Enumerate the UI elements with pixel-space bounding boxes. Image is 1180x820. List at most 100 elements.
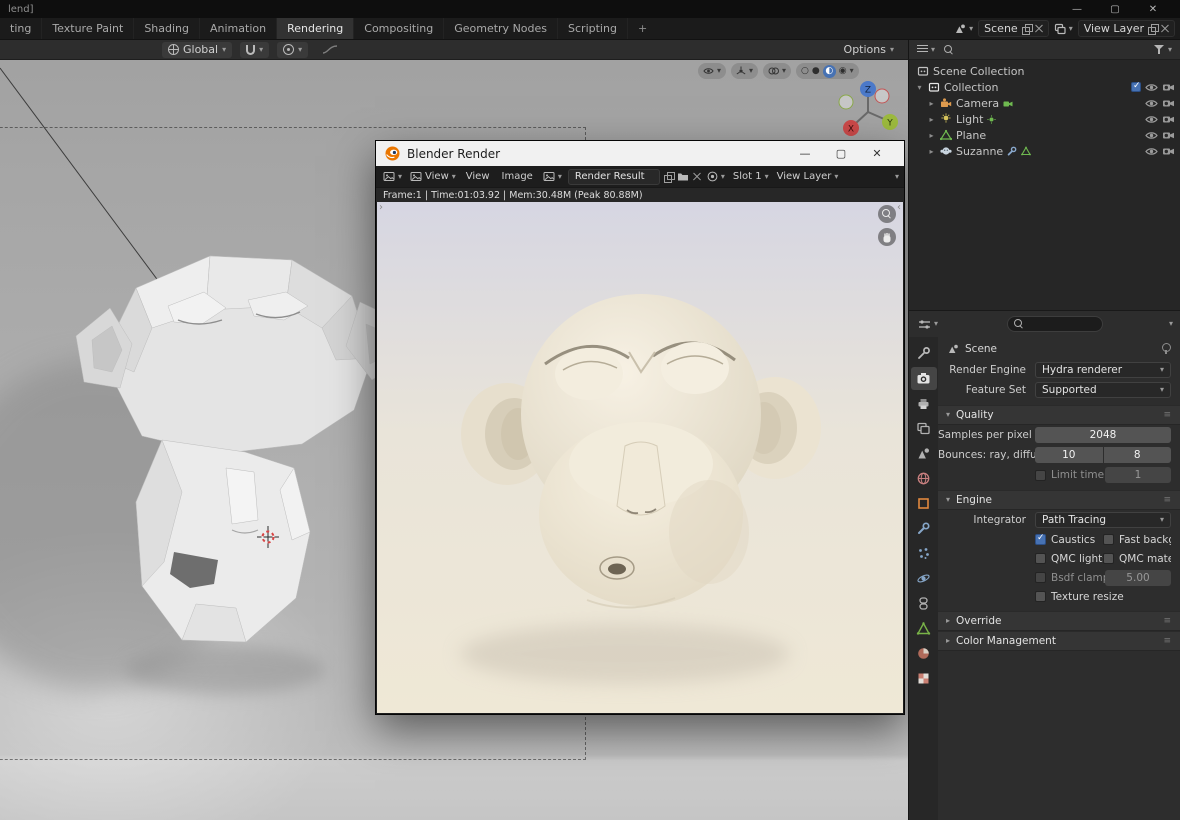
limit-time-field[interactable]: 1 — [1105, 467, 1171, 483]
expand-caret[interactable]: ▸ — [927, 131, 936, 140]
new-image-icon[interactable] — [664, 172, 673, 182]
outliner-row-plane[interactable]: ▸ Plane — [909, 127, 1180, 143]
workspace-tab-rendering[interactable]: Rendering — [277, 18, 354, 39]
properties-tab-constraints[interactable] — [911, 592, 937, 615]
snapping-dropdown[interactable]: ▾ — [240, 42, 269, 58]
render-visibility-icon[interactable] — [1162, 131, 1175, 140]
render-minimize-button[interactable]: — — [787, 147, 823, 160]
rendered-suzanne-image[interactable] — [377, 202, 903, 713]
view-layer-selector[interactable]: View Layer — [1078, 20, 1175, 37]
render-visibility-icon[interactable] — [1162, 115, 1175, 124]
workspace-tab-shading[interactable]: Shading — [134, 18, 200, 39]
panel-override[interactable]: ▸ Override ≡ — [938, 611, 1180, 631]
qmc-materials-checkbox[interactable] — [1103, 553, 1114, 564]
render-window[interactable]: Blender Render — ▢ ✕ ▾ View ▾ View Image… — [375, 140, 905, 715]
render-visibility-icon[interactable] — [1162, 83, 1175, 92]
expand-caret[interactable]: ▸ — [927, 147, 936, 156]
hide-eye-icon[interactable] — [1145, 131, 1158, 140]
view-layer-browse-dropdown[interactable]: ▾ — [1052, 20, 1075, 37]
panel-grip-icon[interactable]: ≡ — [1163, 410, 1172, 420]
outliner-row-camera[interactable]: ▸ Camera — [909, 95, 1180, 111]
workspace-tab-compositing[interactable]: Compositing — [354, 18, 444, 39]
display-channels-dropdown[interactable]: ▾ — [705, 168, 727, 185]
image-mode-dropdown[interactable]: View ▾ — [408, 168, 458, 185]
properties-search-input[interactable] — [1007, 316, 1103, 332]
unlink-image-icon[interactable] — [693, 173, 701, 181]
gizmo-z-label[interactable]: Z — [865, 86, 871, 96]
exclude-checkbox[interactable] — [1131, 82, 1141, 92]
outliner-row-light[interactable]: ▸ Light — [909, 111, 1180, 127]
pin-icon[interactable] — [1162, 343, 1171, 355]
gizmos-dropdown[interactable]: ▾ — [731, 63, 758, 79]
properties-options-caret[interactable]: ▾ — [1169, 320, 1173, 328]
scene-browse-dropdown[interactable]: ▾ — [952, 20, 975, 37]
panel-grip-icon[interactable]: ≡ — [1163, 636, 1172, 646]
properties-tab-world[interactable] — [911, 467, 937, 490]
render-canvas[interactable]: › ‹ — [377, 202, 903, 713]
proportional-editing-dropdown[interactable]: ▾ — [277, 42, 308, 58]
properties-tab-physics[interactable] — [911, 567, 937, 590]
overlays-dropdown[interactable]: ▾ — [763, 63, 791, 79]
falloff-curve-icon[interactable] — [316, 42, 344, 58]
properties-tab-output[interactable] — [911, 392, 937, 415]
minimize-button[interactable]: — — [1058, 4, 1096, 15]
render-engine-dropdown[interactable]: Hydra renderer ▾ — [1035, 362, 1171, 378]
properties-tab-tool[interactable] — [911, 342, 937, 365]
feature-set-dropdown[interactable]: Supported ▾ — [1035, 382, 1171, 398]
zoom-icon[interactable] — [878, 205, 896, 223]
properties-tab-scene[interactable] — [911, 442, 937, 465]
limit-time-checkbox[interactable] — [1035, 470, 1046, 481]
outliner-filter-dropdown[interactable]: ▾ — [1152, 41, 1174, 58]
workspace-tab-animation[interactable]: Animation — [200, 18, 277, 39]
render-maximize-button[interactable]: ▢ — [823, 147, 859, 160]
workspace-tab-sculpting[interactable]: ting — [0, 18, 42, 39]
hide-eye-icon[interactable] — [1145, 147, 1158, 156]
bsdf-clamp-checkbox[interactable] — [1035, 572, 1046, 583]
hide-eye-icon[interactable] — [1145, 99, 1158, 108]
editor-type-dropdown[interactable]: ▾ — [381, 168, 404, 185]
properties-editor-type-dropdown[interactable]: ▾ — [916, 316, 940, 333]
panel-color-management[interactable]: ▸ Color Management ≡ — [938, 631, 1180, 651]
properties-tab-material[interactable] — [911, 642, 937, 665]
image-menu[interactable]: Image — [498, 171, 537, 182]
properties-tab-render[interactable] — [911, 367, 937, 390]
add-workspace-button[interactable]: + — [628, 18, 657, 39]
qmc-lights-checkbox[interactable] — [1035, 553, 1046, 564]
workspace-tab-geometry-nodes[interactable]: Geometry Nodes — [444, 18, 558, 39]
maximize-button[interactable]: ▢ — [1096, 4, 1134, 15]
panel-quality[interactable]: ▾ Quality ≡ — [938, 405, 1180, 425]
caustics-checkbox[interactable] — [1035, 534, 1046, 545]
properties-tab-object[interactable] — [911, 492, 937, 515]
properties-tab-particles[interactable] — [911, 542, 937, 565]
header-overflow-caret[interactable]: ▾ — [895, 173, 899, 181]
samples-field[interactable]: 2048 — [1035, 427, 1171, 443]
layer-dropdown[interactable]: View Layer ▾ — [775, 168, 841, 185]
region-toggle-right[interactable]: ‹ — [897, 202, 901, 213]
options-dropdown[interactable]: Options ▾ — [838, 42, 900, 58]
render-visibility-icon[interactable] — [1162, 147, 1175, 156]
render-visibility-icon[interactable] — [1162, 99, 1175, 108]
expand-caret[interactable]: ▸ — [927, 115, 936, 124]
open-image-folder-icon[interactable] — [677, 171, 689, 182]
hide-eye-icon[interactable] — [1145, 115, 1158, 124]
transform-orientation-dropdown[interactable]: Global ▾ — [162, 42, 232, 58]
panel-grip-icon[interactable]: ≡ — [1163, 616, 1172, 626]
properties-tab-object-data[interactable] — [911, 617, 937, 640]
gizmo-y-label[interactable]: Y — [886, 119, 893, 129]
expand-caret[interactable]: ▾ — [915, 83, 924, 92]
properties-tab-view-layer[interactable] — [911, 417, 937, 440]
outliner-search-icon[interactable] — [944, 45, 954, 55]
image-browse-dropdown[interactable]: ▾ — [541, 168, 564, 185]
bsdf-clamp-field[interactable]: 5.00 — [1105, 570, 1171, 586]
shading-solid-button[interactable]: ● — [812, 65, 820, 78]
panel-engine[interactable]: ▾ Engine ≡ — [938, 490, 1180, 510]
new-scene-icon[interactable] — [1022, 24, 1031, 34]
expand-caret[interactable]: ▸ — [927, 99, 936, 108]
unlink-scene-icon[interactable] — [1035, 25, 1043, 33]
gizmo-x-label[interactable]: X — [848, 125, 854, 135]
region-toggle-left[interactable]: › — [379, 202, 383, 213]
hide-eye-icon[interactable] — [1145, 83, 1158, 92]
scene-selector[interactable]: Scene — [978, 20, 1049, 37]
image-datablock-field[interactable]: Render Result — [568, 169, 660, 185]
view-menu[interactable]: View — [462, 171, 494, 182]
